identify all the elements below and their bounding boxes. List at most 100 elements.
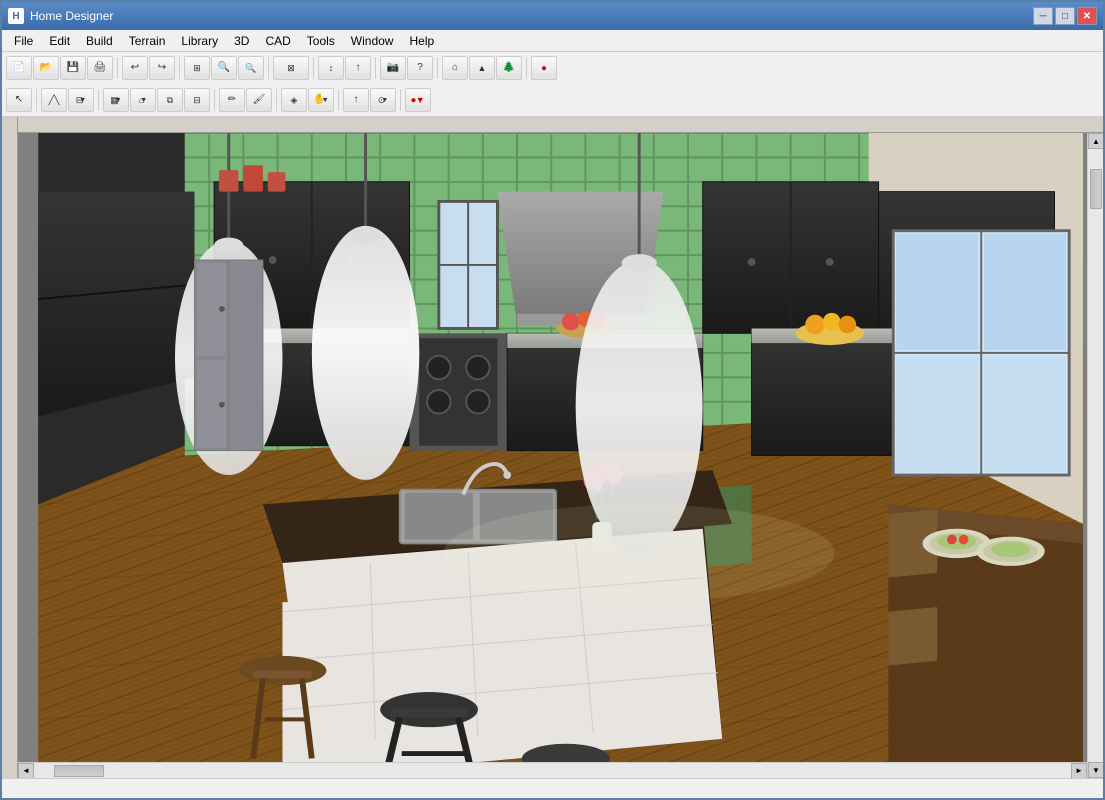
redo-button[interactable]: ↪ <box>149 56 175 80</box>
pencil-icon: ✏ <box>228 95 236 105</box>
left-ruler <box>2 117 18 778</box>
cam2-button[interactable]: ⊙ ▼ <box>370 88 396 112</box>
camera-button[interactable]: 📷 <box>380 56 406 80</box>
up-arrow-button[interactable]: ↑ <box>345 56 371 80</box>
fill-window-button[interactable]: ⊠ <box>273 56 309 80</box>
zoom-box-button[interactable]: ⊞ <box>184 56 210 80</box>
zoom-in-button[interactable]: 🔍 <box>211 56 237 80</box>
pencil-button[interactable]: ✏ <box>219 88 245 112</box>
menu-file[interactable]: File <box>6 32 41 50</box>
status-bar <box>2 778 1103 798</box>
save-button[interactable]: 💾 <box>60 56 86 80</box>
wall-dropdown-arrow: ▼ <box>79 97 86 104</box>
hand-dropdown-arrow: ▼ <box>322 97 329 104</box>
print-icon: 🖨 <box>94 63 107 73</box>
scroll-thumb-v[interactable] <box>1090 169 1102 209</box>
menu-help[interactable]: Help <box>401 32 442 50</box>
menu-terrain[interactable]: Terrain <box>121 32 174 50</box>
help-button[interactable]: ? <box>407 56 433 80</box>
sep6 <box>437 57 438 79</box>
stairs-button[interactable]: ⊟ <box>184 88 210 112</box>
menu-3d[interactable]: 3D <box>226 32 257 50</box>
sep5 <box>375 57 376 79</box>
paint-button[interactable]: 🖌 <box>246 88 272 112</box>
print-button[interactable]: 🖨 <box>87 56 113 80</box>
open-icon: 📂 <box>40 63 52 73</box>
close-button[interactable]: ✕ <box>1077 7 1097 25</box>
new-button[interactable]: 📄 <box>6 56 32 80</box>
arrow-up-button[interactable]: ↑ <box>343 88 369 112</box>
scroll-down-button[interactable]: ▼ <box>1088 762 1103 778</box>
redo-icon: ↪ <box>158 63 166 73</box>
sep1 <box>117 57 118 79</box>
house-icon: ⌂ <box>452 63 458 73</box>
kitchen-render <box>18 133 1103 778</box>
hand-button[interactable]: ✋ ▼ <box>308 88 334 112</box>
zoom-in-icon: 🔍 <box>218 63 230 73</box>
copy-icon: ⧉ <box>167 96 173 105</box>
polyline-button[interactable]: ╱╲ <box>41 88 67 112</box>
sep13 <box>400 89 401 111</box>
scroll-track-h[interactable] <box>34 763 1071 778</box>
main-window: H Home Designer ─ □ ✕ File Edit Build Te… <box>0 0 1105 800</box>
menu-library[interactable]: Library <box>173 32 226 50</box>
camera-icon: 📷 <box>387 63 399 73</box>
undo-icon: ↩ <box>131 63 139 73</box>
select-button[interactable]: ↖ <box>6 88 32 112</box>
app-icon: H <box>8 8 24 24</box>
toolbar-area: 📄 📂 💾 🖨 ↩ ↪ ⊞ 🔍 <box>2 52 1103 117</box>
horizontal-scrollbar[interactable]: ◄ ► <box>18 762 1087 778</box>
polyline-icon: ╱╲ <box>49 96 60 105</box>
sep12 <box>338 89 339 111</box>
window-title: Home Designer <box>30 9 1033 23</box>
select-icon: ↖ <box>15 95 23 105</box>
zoom-box-icon: ⊞ <box>193 64 201 73</box>
minimize-button[interactable]: ─ <box>1033 7 1053 25</box>
viewport[interactable]: ▲ ▼ ◄ ► <box>18 133 1103 778</box>
scroll-thumb-h[interactable] <box>54 765 104 777</box>
arrows-button[interactable]: ↕ <box>318 56 344 80</box>
top-ruler <box>18 117 1103 133</box>
fill-window-icon: ⊠ <box>287 64 295 73</box>
tree-icon: 🌲 <box>503 63 515 73</box>
menu-tools[interactable]: Tools <box>299 32 343 50</box>
menu-edit[interactable]: Edit <box>41 32 78 50</box>
scroll-track-v[interactable] <box>1088 149 1103 762</box>
paint-icon: 🖌 <box>253 95 266 105</box>
zoom-out-button[interactable]: 🔍 <box>238 56 264 80</box>
menu-window[interactable]: Window <box>343 32 402 50</box>
scroll-right-button[interactable]: ► <box>1071 763 1087 779</box>
scroll-left-button[interactable]: ◄ <box>18 763 34 779</box>
record-button[interactable]: ⏺ <box>531 56 557 80</box>
open-button[interactable]: 📂 <box>33 56 59 80</box>
roof2-button[interactable]: ⌂ ▼ <box>130 88 156 112</box>
undo-button[interactable]: ↩ <box>122 56 148 80</box>
roof-icon: ▲ <box>478 64 487 73</box>
house-button[interactable]: ⌂ <box>442 56 468 80</box>
sep7 <box>526 57 527 79</box>
menu-cad[interactable]: CAD <box>257 32 298 50</box>
toolbar-row-1: 📄 📂 💾 🖨 ↩ ↪ ⊞ 🔍 <box>2 52 1103 84</box>
sep8 <box>36 89 37 111</box>
title-bar: H Home Designer ─ □ ✕ <box>2 2 1103 30</box>
arrow-up-icon: ↑ <box>354 95 359 105</box>
wall-button[interactable]: ⊟ ▼ <box>68 88 94 112</box>
roof-button[interactable]: ▲ <box>469 56 495 80</box>
canvas-area: ▲ ▼ ◄ ► <box>2 117 1103 778</box>
maximize-button[interactable]: □ <box>1055 7 1075 25</box>
record2-button[interactable]: ⏺▼ <box>405 88 431 112</box>
arrows-icon: ↕ <box>329 64 334 73</box>
record2-icon: ⏺▼ <box>411 96 424 105</box>
tree-button[interactable]: 🌲 <box>496 56 522 80</box>
copy-button[interactable]: ⧉ <box>157 88 183 112</box>
vertical-scrollbar[interactable]: ▲ ▼ <box>1087 133 1103 778</box>
material-button[interactable]: ◈ <box>281 88 307 112</box>
sep4 <box>313 57 314 79</box>
sep2 <box>179 57 180 79</box>
help-icon: ? <box>417 63 423 73</box>
box-button[interactable]: ▦ ▼ <box>103 88 129 112</box>
scroll-up-button[interactable]: ▲ <box>1088 133 1103 149</box>
menu-build[interactable]: Build <box>78 32 121 50</box>
record-icon: ⏺ <box>542 64 547 73</box>
box-dropdown-arrow: ▼ <box>115 97 122 104</box>
